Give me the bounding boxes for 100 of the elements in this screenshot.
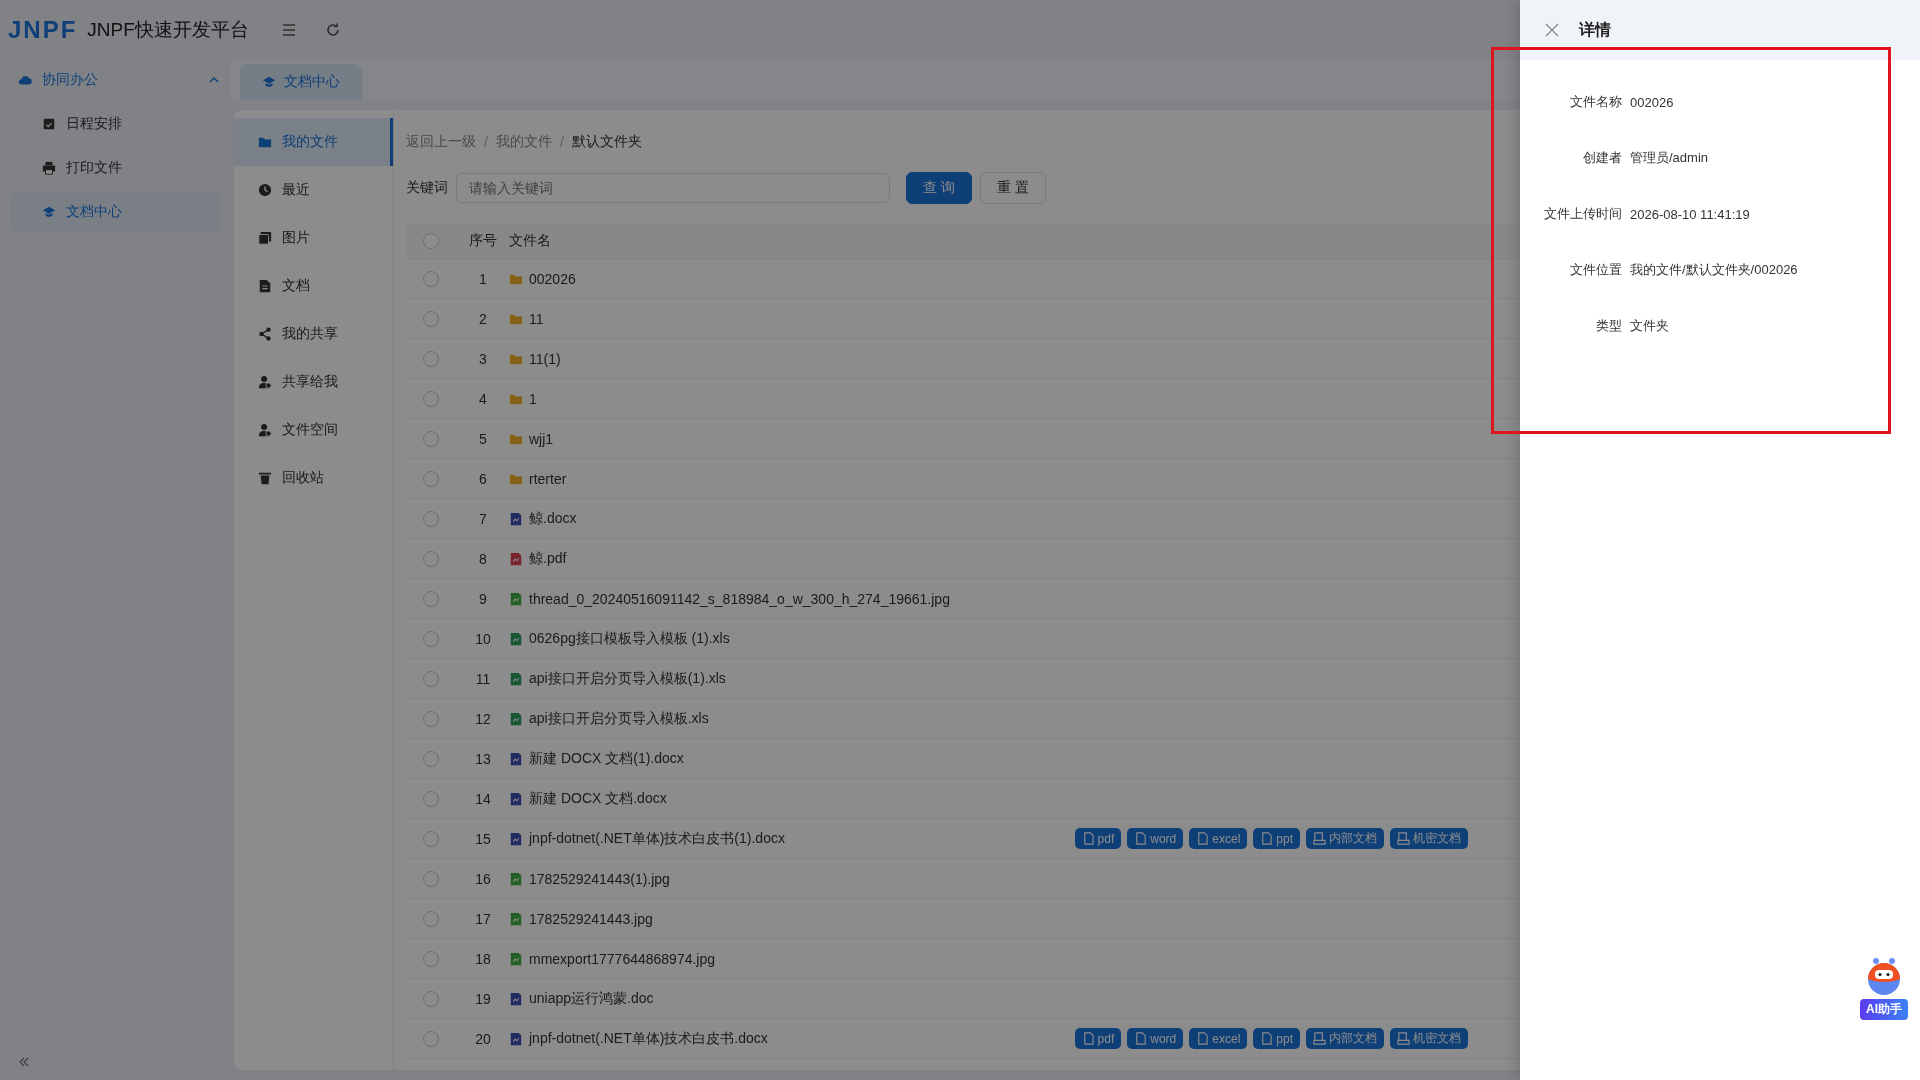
file-icon (509, 751, 523, 766)
row-checkbox[interactable] (423, 1030, 439, 1047)
share-icon (258, 327, 272, 341)
tag-button[interactable]: 机密文档 (1390, 1028, 1468, 1049)
file-name[interactable]: 新建 DOCX 文档(1).docx (529, 749, 684, 768)
file-name[interactable]: 11(1) (529, 350, 561, 367)
file-name[interactable]: 1 (529, 390, 537, 407)
row-checkbox[interactable] (423, 510, 439, 527)
row-checkbox[interactable] (423, 750, 439, 767)
row-checkbox[interactable] (423, 630, 439, 647)
row-checkbox[interactable] (423, 350, 439, 367)
row-checkbox[interactable] (423, 430, 439, 447)
nav-item[interactable]: 最近 (234, 166, 393, 214)
file-name[interactable]: thread_0_20240516091142_s_818984_o_w_300_h_274_19661.jpg (529, 590, 950, 607)
row-checkbox[interactable] (423, 270, 439, 287)
picture-icon (258, 231, 272, 245)
collapse-icon[interactable] (18, 1056, 30, 1068)
document-icon (1081, 1032, 1095, 1045)
row-number: 10 (474, 630, 492, 647)
file-name[interactable]: jnpf-dotnet(.NET单体)技术白皮书.docx (529, 1029, 768, 1048)
reset-button[interactable]: 重 置 (979, 172, 1046, 204)
row-checkbox[interactable] (423, 390, 439, 407)
row-checkbox[interactable] (423, 990, 439, 1007)
row-number: 2 (478, 310, 488, 327)
tag-button[interactable]: word (1127, 1028, 1184, 1049)
nav-item[interactable]: 我的共享 (234, 310, 393, 358)
row-checkbox[interactable] (423, 950, 439, 967)
file-name[interactable]: 0626pg接口模板导入模板 (1).xls (529, 629, 730, 648)
file-name[interactable]: mmexport1777644868974.jpg (529, 950, 716, 967)
tag-button[interactable]: 内部文档 (1306, 828, 1384, 849)
menu-item[interactable]: 文档中心 (10, 192, 220, 232)
document-icon (1134, 1032, 1148, 1045)
file-name[interactable]: 新建 DOCX 文档.docx (529, 789, 667, 808)
file-name[interactable]: 1782529241443.jpg (529, 910, 653, 927)
tag-button[interactable]: word (1127, 828, 1184, 849)
row-number: 3 (478, 350, 488, 367)
tag-button[interactable]: pdf (1074, 1028, 1122, 1049)
field-value: 2026-08-10 11:41:19 (1630, 206, 1750, 222)
breadcrumb-separator: / (559, 134, 564, 150)
tag-button[interactable]: excel (1189, 1028, 1248, 1049)
tag-button[interactable]: ppt (1253, 828, 1300, 849)
row-checkbox[interactable] (423, 910, 439, 927)
file-name[interactable]: api接口开启分页导入模板(1).xls (529, 669, 726, 688)
file-name[interactable]: 002026 (529, 270, 576, 287)
document-stack-icon (1397, 832, 1410, 845)
menu-icon[interactable] (280, 22, 297, 38)
keyword-input[interactable]: 请输入关键词 (456, 173, 890, 203)
nav-item[interactable]: 文件空间 (234, 406, 393, 454)
assistant-label[interactable]: AI助手 (1860, 999, 1908, 1020)
nav-item[interactable]: 文档 (234, 262, 393, 310)
row-number: 14 (474, 790, 492, 807)
document-stack-icon (1313, 832, 1326, 845)
menu-item[interactable]: 打印文件 (10, 148, 220, 188)
file-name[interactable]: 鲸.docx (529, 509, 577, 528)
tag-button[interactable]: pdf (1074, 828, 1122, 849)
document-icon (1196, 1032, 1210, 1045)
row-checkbox[interactable] (423, 310, 439, 327)
row-checkbox[interactable] (423, 590, 439, 607)
file-icon (509, 511, 523, 526)
column-header: 文件名 (509, 232, 552, 250)
tab[interactable]: 文档中心 (240, 64, 362, 100)
nav-item[interactable]: 我的文件 (234, 118, 393, 166)
row-checkbox[interactable] (423, 830, 439, 847)
tag-button[interactable]: ppt (1253, 1028, 1300, 1049)
nav-item[interactable]: 共享给我 (234, 358, 393, 406)
row-checkbox[interactable] (423, 550, 439, 567)
file-name[interactable]: api接口开启分页导入模板.xls (529, 709, 709, 728)
file-name[interactable]: 1782529241443(1).jpg (529, 870, 670, 887)
tag-button[interactable]: 内部文档 (1306, 1028, 1384, 1049)
file-name[interactable]: uniapp运行鸿蒙.doc (529, 989, 654, 1008)
file-icon (509, 991, 523, 1006)
nav-item[interactable]: 图片 (234, 214, 393, 262)
field-label: 文件名称 (1569, 93, 1622, 111)
file-name[interactable]: jnpf-dotnet(.NET单体)技术白皮书(1).docx (529, 829, 785, 848)
row-checkbox[interactable] (423, 470, 439, 487)
printer-icon (42, 161, 56, 175)
tag-button[interactable]: excel (1189, 828, 1248, 849)
field-value: 文件夹 (1630, 317, 1669, 335)
menu-item[interactable]: 日程安排 (10, 104, 220, 144)
close-icon[interactable] (1545, 23, 1559, 37)
row-checkbox[interactable] (423, 670, 439, 687)
file-name[interactable]: 鲸.pdf (529, 549, 567, 568)
file-name[interactable]: 11 (529, 310, 544, 327)
row-checkbox[interactable] (423, 870, 439, 887)
breadcrumb-item[interactable]: 我的文件 (495, 133, 552, 151)
menu-group[interactable]: 协同办公 (10, 60, 220, 100)
file-icon (509, 1031, 523, 1046)
search-button[interactable]: 查 询 (906, 172, 972, 204)
row-checkbox[interactable] (423, 790, 439, 807)
field-label: 类型 (1595, 317, 1622, 335)
nav-item[interactable]: 回收站 (234, 454, 393, 502)
tag-button[interactable]: 机密文档 (1390, 828, 1468, 849)
breadcrumb-item: 默认文件夹 (571, 133, 642, 151)
refresh-icon[interactable] (324, 22, 341, 38)
file-name[interactable]: rterter (529, 470, 567, 487)
file-name[interactable]: wjj1 (529, 430, 554, 447)
select-all-checkbox[interactable] (423, 233, 439, 249)
row-checkbox[interactable] (423, 710, 439, 727)
row-number: 8 (478, 550, 488, 567)
field-label: 文件位置 (1569, 261, 1622, 279)
